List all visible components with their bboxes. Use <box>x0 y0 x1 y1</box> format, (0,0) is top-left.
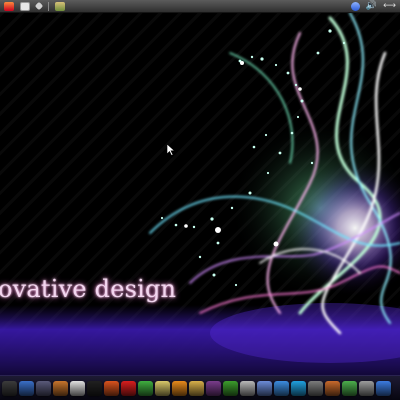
window-manager-icon[interactable] <box>36 380 51 396</box>
equalizer-icon[interactable] <box>342 380 357 396</box>
desktop-wallpaper[interactable]: ovative design <box>0 13 400 375</box>
browser-icon[interactable] <box>104 380 119 396</box>
user-icon[interactable] <box>350 1 360 11</box>
top-panel-left <box>0 1 69 11</box>
calculator-icon[interactable] <box>138 380 153 396</box>
menu-icon[interactable] <box>4 1 14 11</box>
volume-icon[interactable]: 🔊 <box>366 1 377 11</box>
wallpaper-artwork <box>0 13 400 375</box>
terminal-icon[interactable] <box>2 380 17 396</box>
notes-icon[interactable] <box>240 380 255 396</box>
chat-icon[interactable] <box>274 380 289 396</box>
photo-editor-icon[interactable] <box>155 380 170 396</box>
blender-icon[interactable] <box>172 380 187 396</box>
wallpaper-tagline: ovative design <box>0 275 177 303</box>
monitor-icon[interactable] <box>19 380 34 396</box>
panel-separator <box>48 1 49 11</box>
mouse-cursor-icon <box>167 144 175 156</box>
image-viewer-icon[interactable] <box>206 380 221 396</box>
top-panel-right: 🔊 ⟷ <box>347 1 400 11</box>
application-dock <box>0 375 400 400</box>
plant-icon[interactable] <box>223 380 238 396</box>
paint-icon[interactable] <box>189 380 204 396</box>
archive-icon[interactable] <box>53 380 68 396</box>
opera-icon[interactable] <box>121 380 136 396</box>
play-icon[interactable] <box>376 380 391 396</box>
diamond-icon[interactable] <box>34 1 44 11</box>
terminal-icon[interactable] <box>87 380 102 396</box>
printer-icon[interactable] <box>20 1 30 11</box>
skype-icon[interactable] <box>291 380 306 396</box>
media-player-icon[interactable] <box>257 380 272 396</box>
pictures-icon[interactable] <box>55 1 65 11</box>
guitar-icon[interactable] <box>325 380 340 396</box>
network-icon[interactable]: ⟷ <box>383 1 396 11</box>
top-panel: 🔊 ⟷ <box>0 0 400 13</box>
trash-icon[interactable] <box>359 380 374 396</box>
printer-icon[interactable] <box>70 380 85 396</box>
transfer-icon[interactable] <box>308 380 323 396</box>
